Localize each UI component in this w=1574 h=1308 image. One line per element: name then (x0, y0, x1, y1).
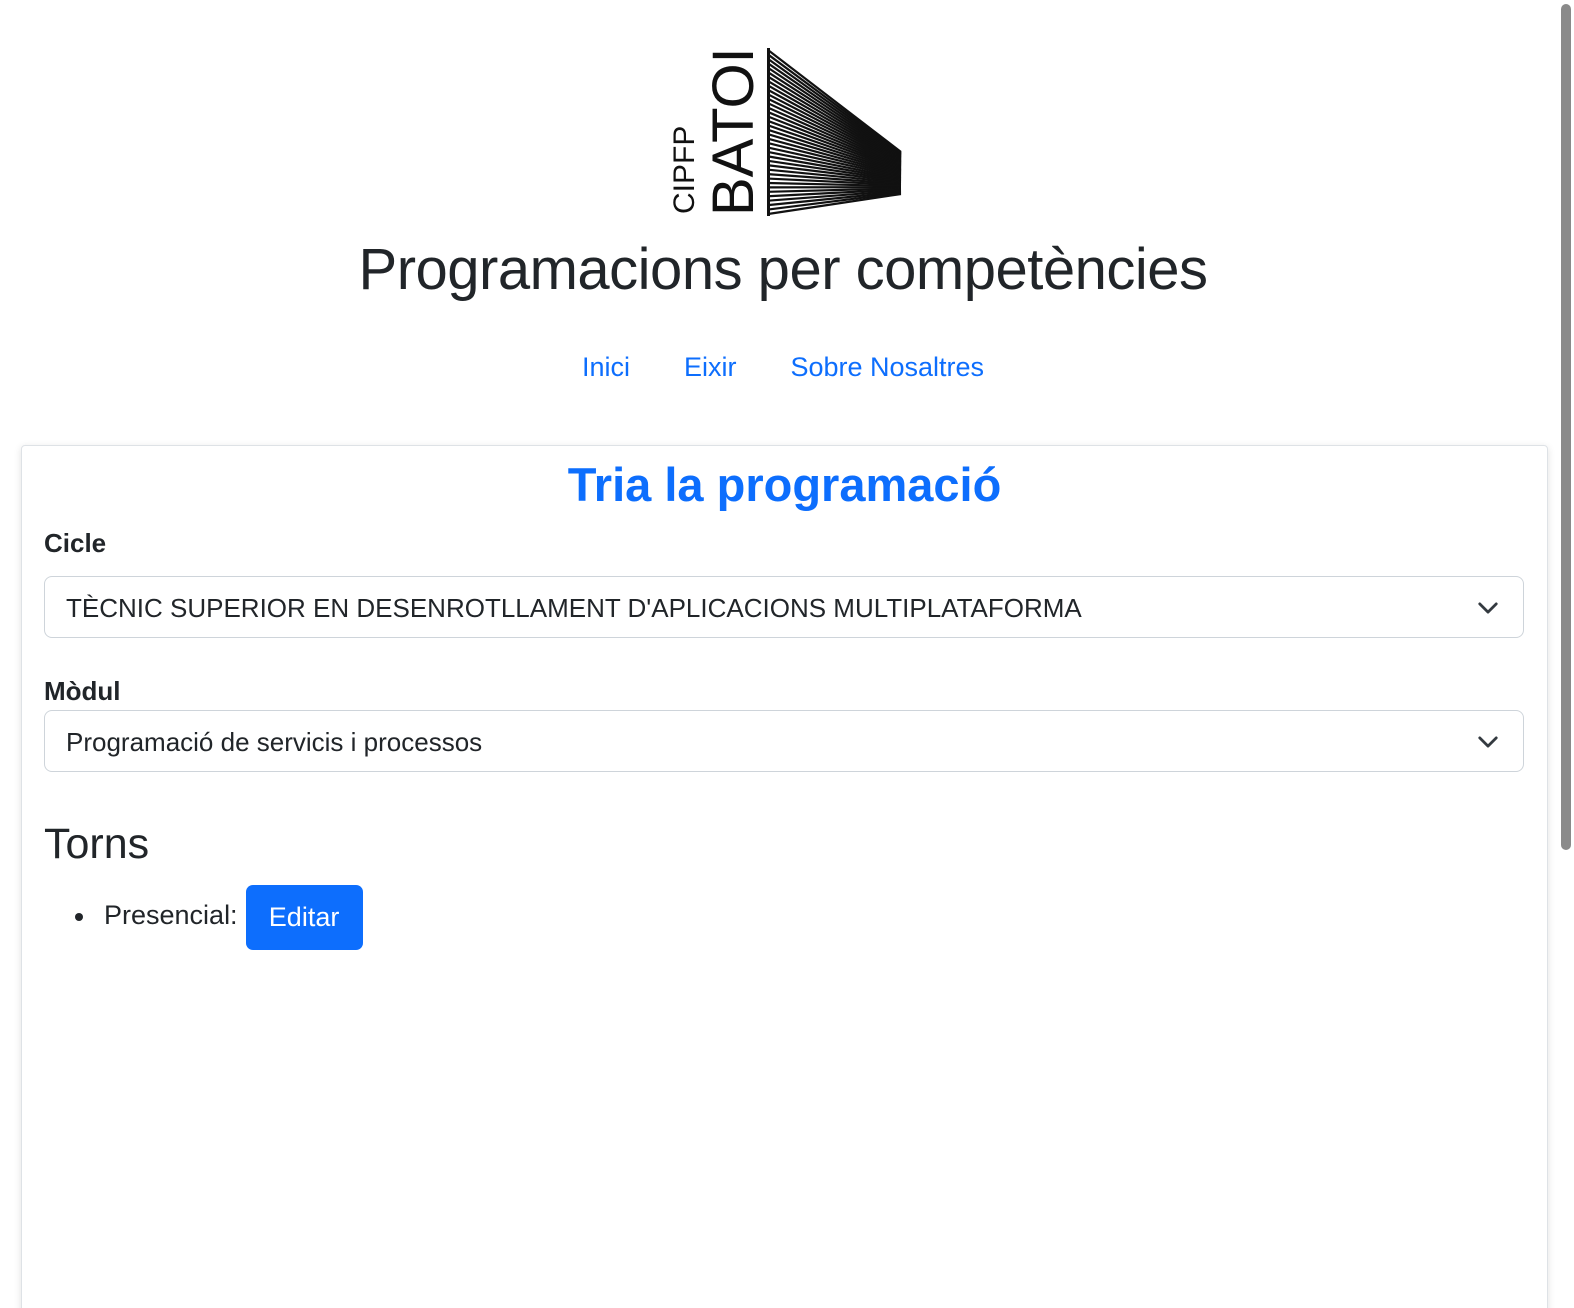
programacio-card: Tria la programació Cicle TÈCNIC SUPERIO… (21, 445, 1548, 1308)
modul-select[interactable]: Programació de servicis i processos (44, 710, 1524, 772)
modul-label: Mòdul (44, 676, 121, 706)
scrollbar[interactable] (1558, 0, 1574, 1308)
torns-list: Presencial: Editar (44, 884, 363, 950)
cicle-select[interactable]: TÈCNIC SUPERIOR EN DESENROTLLAMENT D'APL… (44, 576, 1524, 638)
page: CIPFP BATOI Programacions per competènci… (0, 0, 1574, 1308)
card-title: Tria la programació (567, 458, 1002, 511)
logo-text: CIPFP BATOI (668, 47, 766, 216)
site-title: Programacions per competències (358, 237, 1208, 302)
nav-link-sobre-nosaltres[interactable]: Sobre Nosaltres (763, 348, 1011, 386)
batoi-logo: CIPFP BATOI (668, 47, 902, 216)
torn-item-presencial: Presencial: Editar (44, 884, 363, 950)
logo-text-cipfp: CIPFP (668, 126, 701, 214)
nav-link-inici[interactable]: Inici (555, 348, 657, 386)
torn-label: Presencial: (104, 900, 238, 930)
chevron-down-icon (1478, 736, 1498, 748)
modul-select-value: Programació de servicis i processos (66, 727, 483, 757)
logo-stripes-icon (767, 48, 902, 216)
main-nav: Inici Eixir Sobre Nosaltres (0, 348, 1566, 386)
torns-heading: Torns (44, 820, 150, 868)
chevron-down-icon (1478, 602, 1498, 614)
cicle-select-value: TÈCNIC SUPERIOR EN DESENROTLLAMENT D'APL… (66, 593, 1082, 623)
nav-link-eixir[interactable]: Eixir (657, 348, 764, 386)
cicle-label: Cicle (44, 528, 107, 558)
bullet-icon (75, 913, 83, 921)
scrollbar-thumb[interactable] (1561, 4, 1571, 850)
logo-text-batoi: BATOI (701, 47, 766, 216)
editar-button[interactable]: Editar (245, 884, 363, 950)
logo-stripe-edge (767, 48, 770, 216)
